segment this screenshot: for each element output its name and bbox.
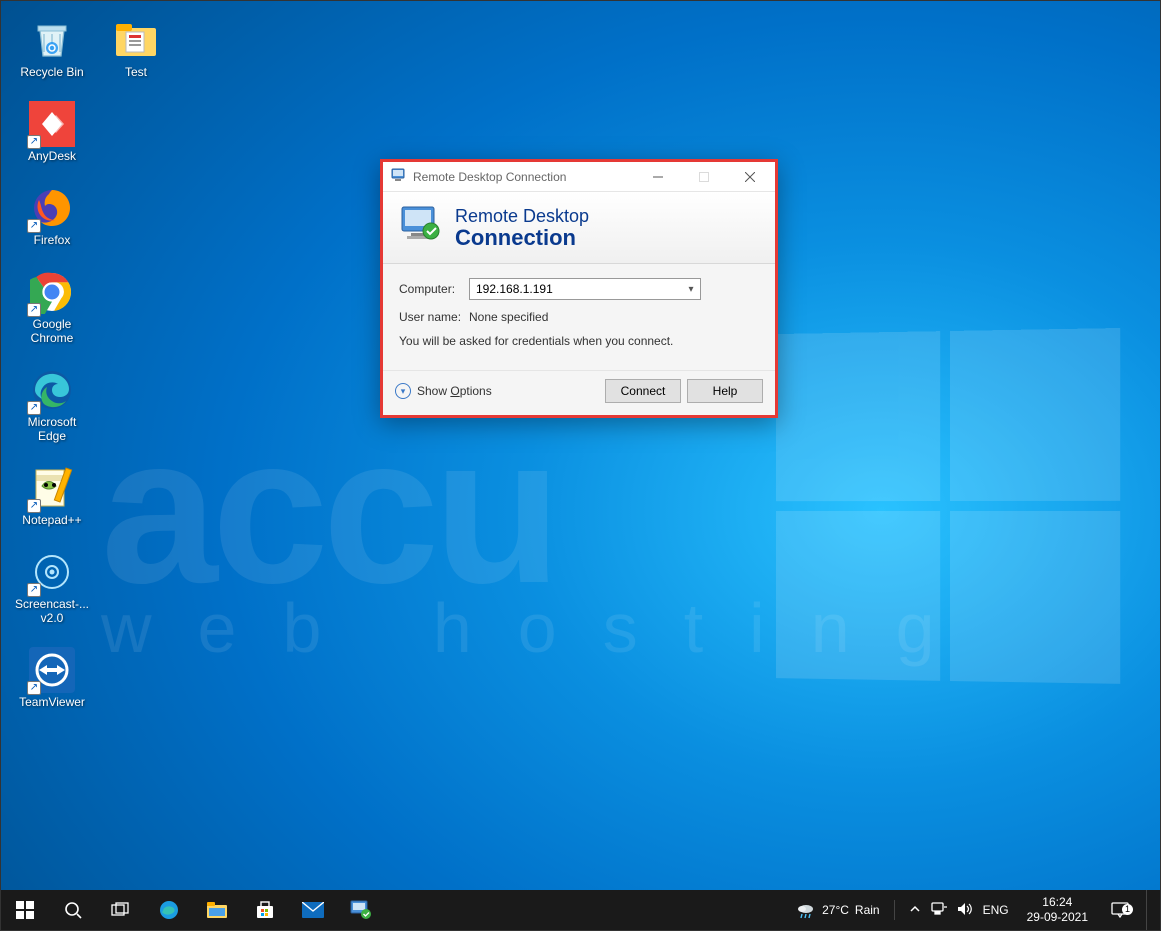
show-desktop-button[interactable] bbox=[1146, 890, 1152, 930]
task-view-button[interactable] bbox=[97, 890, 145, 930]
rdc-body: Computer: ▾ User name: None specified Yo… bbox=[383, 264, 775, 370]
edge-icon-glyph: ↗ bbox=[29, 367, 75, 413]
computer-label: Computer: bbox=[399, 282, 469, 296]
maximize-button bbox=[681, 162, 727, 192]
screencast-icon[interactable]: ↗Screencast-... v2.0 bbox=[15, 549, 89, 625]
shortcut-arrow-icon: ↗ bbox=[27, 583, 41, 597]
username-label: User name: bbox=[399, 310, 469, 324]
notepadpp-icon-label: Notepad++ bbox=[22, 513, 81, 527]
shortcut-arrow-icon: ↗ bbox=[27, 681, 41, 695]
action-center-button[interactable]: 1 bbox=[1106, 902, 1134, 918]
anydesk-icon-label: AnyDesk bbox=[28, 149, 76, 163]
rdc-titlebar-icon bbox=[391, 167, 407, 186]
taskbar-clock[interactable]: 16:24 29-09-2021 bbox=[1021, 895, 1094, 925]
watermark: accu web hosting bbox=[101, 421, 981, 668]
show-options-label: Show Options bbox=[417, 384, 492, 398]
chrome-icon[interactable]: ↗Google Chrome bbox=[15, 269, 89, 345]
taskbar: 27°C Rain ENG 16:24 29-09-2021 bbox=[1, 890, 1160, 930]
weather-temp: 27°C bbox=[822, 903, 849, 917]
taskbar-right: 27°C Rain ENG 16:24 29-09-2021 bbox=[796, 890, 1160, 930]
watermark-line1: accu bbox=[101, 421, 981, 600]
screencast-icon-glyph: ↗ bbox=[29, 549, 75, 595]
screencast-icon-label: Screencast-... v2.0 bbox=[15, 597, 89, 625]
recycle-bin-icon-label: Recycle Bin bbox=[20, 65, 83, 79]
rdc-footer: ▾ Show Options Connect Help bbox=[383, 370, 775, 415]
help-button[interactable]: Help bbox=[687, 379, 763, 403]
system-tray: ENG bbox=[909, 902, 1009, 919]
shortcut-arrow-icon: ↗ bbox=[27, 499, 41, 513]
computer-combobox[interactable]: ▾ bbox=[469, 278, 701, 300]
teamviewer-icon-glyph: ↗ bbox=[29, 647, 75, 693]
desktop-icons-column-2: Test bbox=[99, 17, 175, 101]
taskbar-edge-icon[interactable] bbox=[145, 890, 193, 930]
rdc-banner-title-1: Remote Desktop bbox=[455, 206, 589, 226]
recycle-bin-icon-glyph bbox=[29, 17, 75, 63]
taskbar-date: 29-09-2021 bbox=[1027, 910, 1088, 925]
test-folder-icon-label: Test bbox=[125, 65, 147, 79]
search-button[interactable] bbox=[49, 890, 97, 930]
shortcut-arrow-icon: ↗ bbox=[27, 401, 41, 415]
watermark-line2: web hosting bbox=[101, 588, 981, 668]
weather-widget[interactable]: 27°C Rain bbox=[796, 901, 880, 919]
shortcut-arrow-icon: ↗ bbox=[27, 303, 41, 317]
notepadpp-icon-glyph: ↗ bbox=[29, 465, 75, 511]
test-folder-icon[interactable]: Test bbox=[99, 17, 173, 79]
minimize-button[interactable] bbox=[635, 162, 681, 192]
desktop-screen: accu web hosting Recycle Bin↗AnyDesk↗Fir… bbox=[0, 0, 1161, 931]
computer-input[interactable] bbox=[470, 279, 682, 299]
rdc-banner: Remote Desktop Connection bbox=[383, 192, 775, 264]
taskbar-rdc-icon[interactable] bbox=[337, 890, 385, 930]
shortcut-arrow-icon: ↗ bbox=[27, 219, 41, 233]
desktop-icons-column-1: Recycle Bin↗AnyDesk↗Firefox↗Google Chrom… bbox=[15, 17, 91, 731]
username-value: None specified bbox=[469, 310, 548, 324]
chrome-icon-label: Google Chrome bbox=[15, 317, 89, 345]
recycle-bin-icon[interactable]: Recycle Bin bbox=[15, 17, 89, 79]
anydesk-icon[interactable]: ↗AnyDesk bbox=[15, 101, 89, 163]
connect-button[interactable]: Connect bbox=[605, 379, 681, 403]
start-button[interactable] bbox=[1, 890, 49, 930]
taskbar-mail-icon[interactable] bbox=[289, 890, 337, 930]
firefox-icon-label: Firefox bbox=[34, 233, 71, 247]
rdc-title-text: Remote Desktop Connection bbox=[407, 170, 635, 184]
network-icon[interactable] bbox=[931, 902, 947, 919]
notepadpp-icon[interactable]: ↗Notepad++ bbox=[15, 465, 89, 527]
language-indicator[interactable]: ENG bbox=[983, 903, 1009, 917]
rdc-banner-title-2: Connection bbox=[455, 226, 589, 250]
show-options-toggle[interactable]: ▾ Show Options bbox=[395, 383, 492, 399]
chevron-down-circle-icon: ▾ bbox=[395, 383, 411, 399]
weather-text: Rain bbox=[855, 903, 880, 917]
anydesk-icon-glyph: ↗ bbox=[29, 101, 75, 147]
chevron-down-icon[interactable]: ▾ bbox=[682, 284, 700, 295]
volume-icon[interactable] bbox=[957, 902, 973, 919]
rdc-banner-icon bbox=[397, 201, 445, 254]
test-folder-icon-glyph bbox=[113, 17, 159, 63]
chrome-icon-glyph: ↗ bbox=[29, 269, 75, 315]
close-button[interactable] bbox=[727, 162, 773, 192]
taskbar-store-icon[interactable] bbox=[241, 890, 289, 930]
tray-chevron-up-icon[interactable] bbox=[909, 903, 921, 918]
taskbar-time: 16:24 bbox=[1027, 895, 1088, 910]
wallpaper-windows-logo bbox=[776, 328, 1131, 694]
taskbar-left bbox=[1, 890, 385, 930]
shortcut-arrow-icon: ↗ bbox=[27, 135, 41, 149]
firefox-icon-glyph: ↗ bbox=[29, 185, 75, 231]
teamviewer-icon-label: TeamViewer bbox=[19, 695, 85, 709]
weather-rain-icon bbox=[796, 901, 816, 919]
teamviewer-icon[interactable]: ↗TeamViewer bbox=[15, 647, 89, 709]
credentials-note: You will be asked for credentials when y… bbox=[399, 334, 759, 348]
taskbar-explorer-icon[interactable] bbox=[193, 890, 241, 930]
rdc-titlebar[interactable]: Remote Desktop Connection bbox=[383, 162, 775, 192]
firefox-icon[interactable]: ↗Firefox bbox=[15, 185, 89, 247]
rdc-window: Remote Desktop Connection bbox=[380, 159, 778, 418]
edge-icon-label: Microsoft Edge bbox=[15, 415, 89, 443]
edge-icon[interactable]: ↗Microsoft Edge bbox=[15, 367, 89, 443]
notification-badge: 1 bbox=[1122, 904, 1133, 915]
